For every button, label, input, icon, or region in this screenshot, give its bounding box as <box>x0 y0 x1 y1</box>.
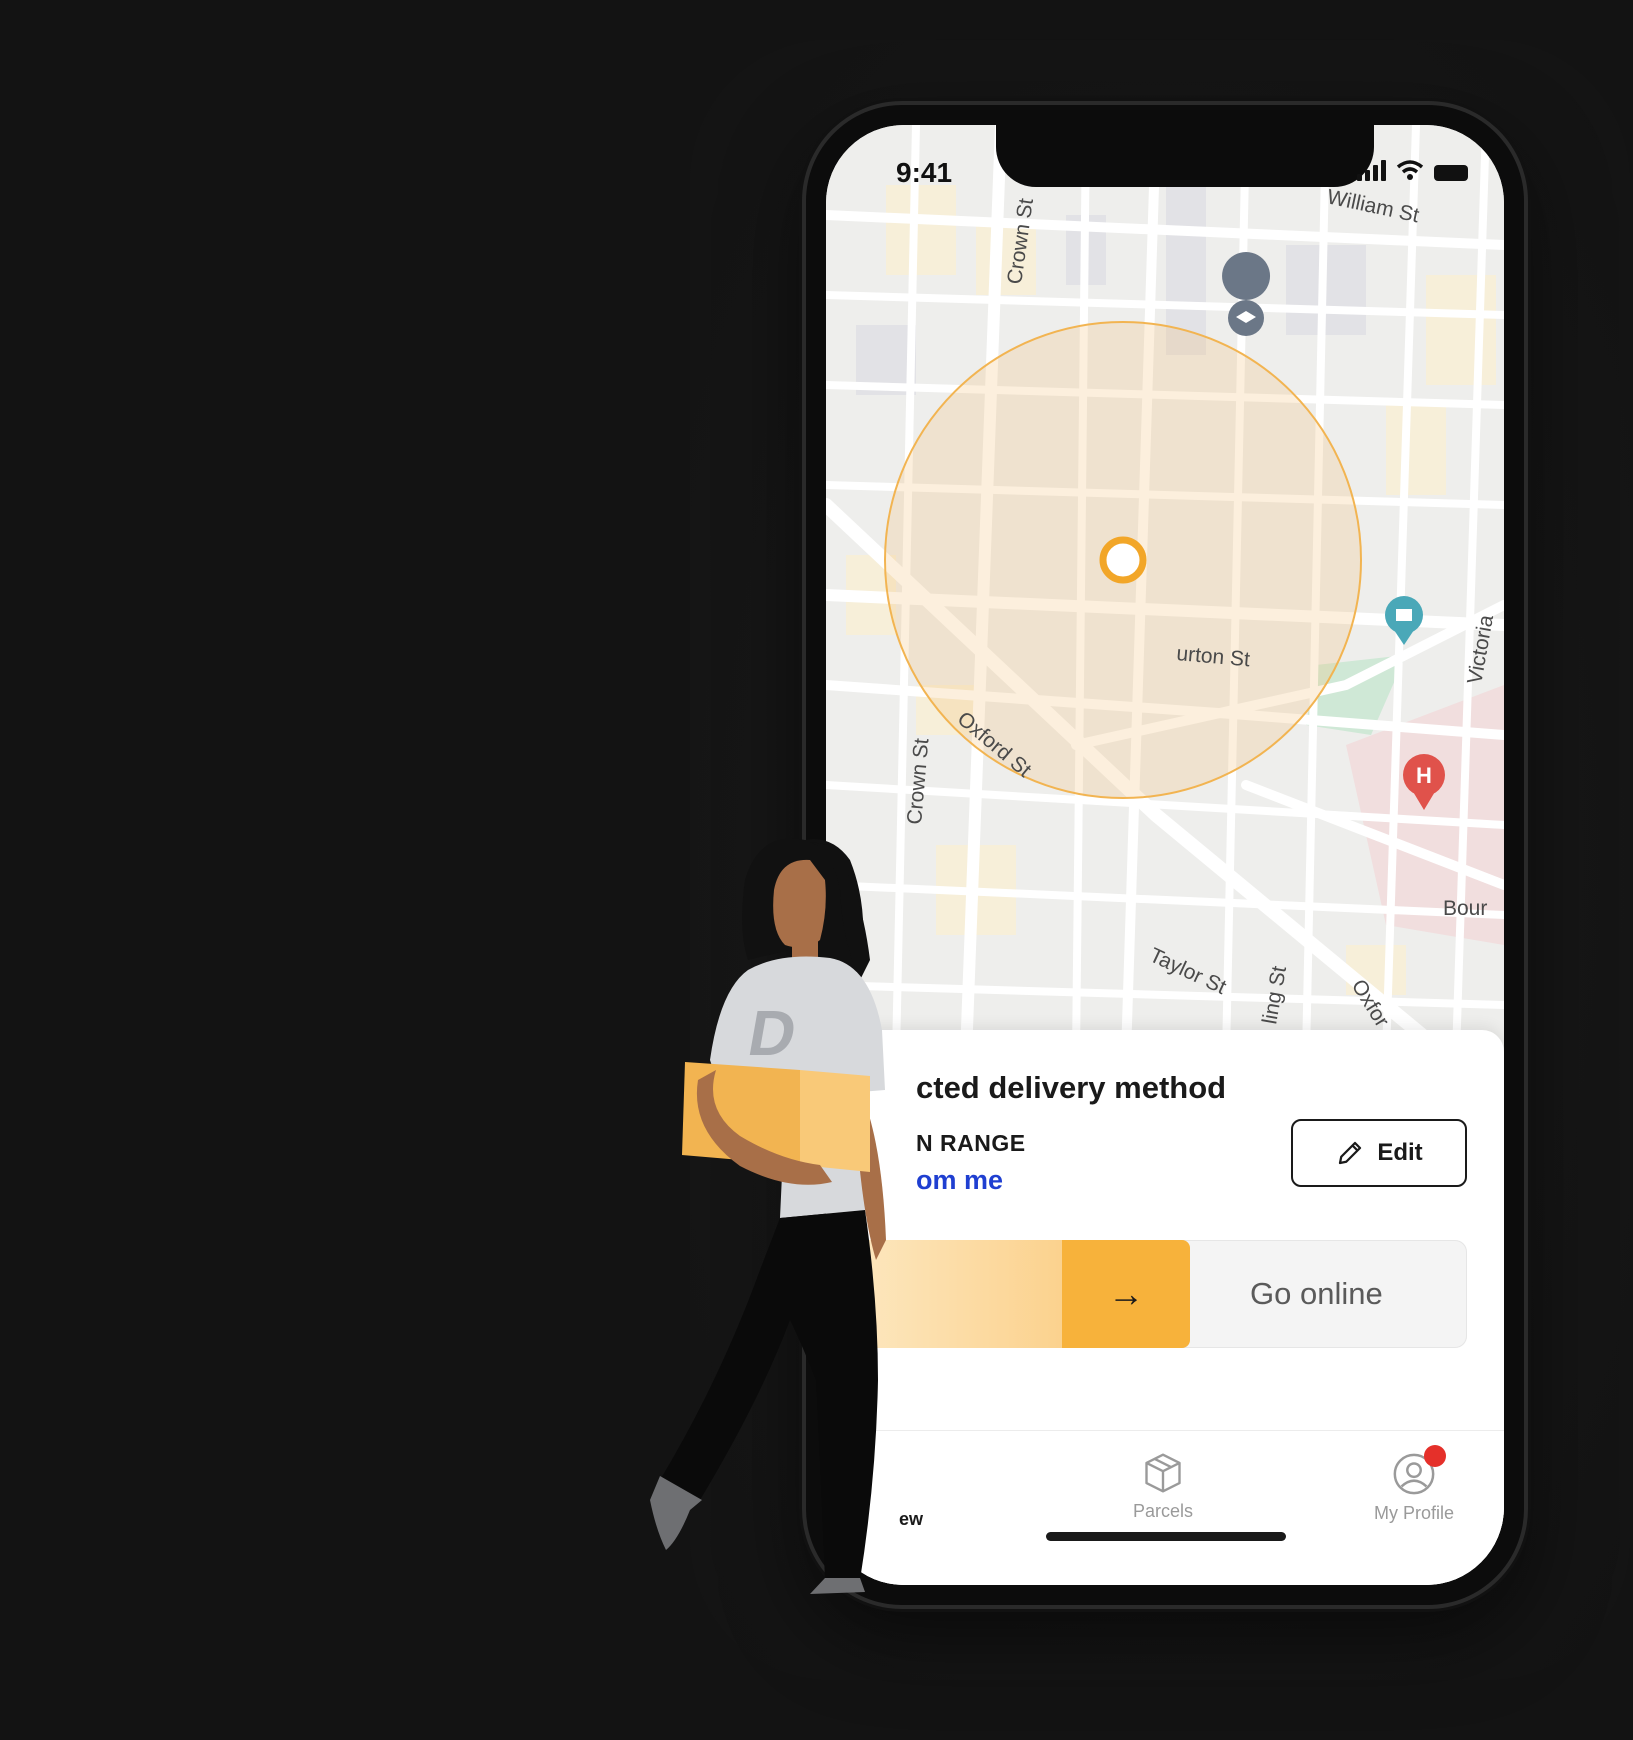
arrow-right-icon: → <box>1108 1273 1144 1314</box>
battery-icon <box>1434 165 1468 181</box>
edit-button[interactable]: Edit <box>1291 1119 1467 1187</box>
tab-parcels-label: Parcels <box>1132 1501 1194 1521</box>
notification-badge <box>1424 1445 1446 1467</box>
street-label: Bour <box>1443 897 1487 920</box>
go-online-label: Go online <box>1250 1276 1383 1311</box>
courier-illustration: D <box>650 838 886 1594</box>
delivery-method-title: cted delivery method <box>916 1070 1227 1105</box>
svg-text:H: H <box>1416 763 1432 788</box>
wifi-icon <box>1396 160 1424 180</box>
slider-handle[interactable]: → <box>1062 1240 1190 1348</box>
pencil-icon <box>1339 1141 1362 1165</box>
home-indicator <box>1046 1532 1286 1541</box>
tab-my-profile-label: My Profile <box>1373 1503 1454 1523</box>
status-time: 9:41 <box>896 157 953 188</box>
tab-parcels[interactable]: Parcels <box>1083 1451 1243 1522</box>
go-online-slider[interactable]: → Go online <box>854 1240 1467 1348</box>
status-bar: 9:41 <box>826 125 1504 195</box>
signal-icon <box>1357 159 1386 181</box>
edit-button-label: Edit <box>1377 1139 1423 1166</box>
tab-my-profile[interactable]: My Profile <box>1334 1445 1494 1524</box>
parcel-icon <box>1145 1453 1181 1493</box>
status-icons <box>1357 159 1468 181</box>
